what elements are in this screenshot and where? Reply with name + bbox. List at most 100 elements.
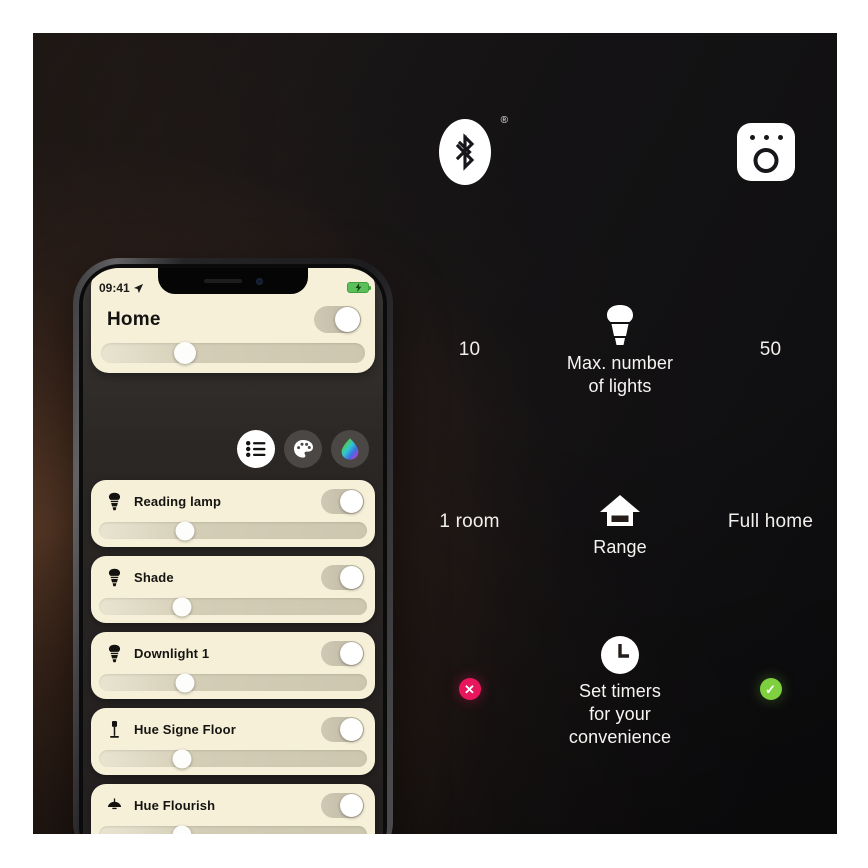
bulb-icon <box>536 301 704 347</box>
max-lights-bluetooth-value: 10 <box>458 338 481 360</box>
spot-bulb-icon <box>104 492 124 511</box>
toggle-knob <box>340 718 363 741</box>
range-bluetooth-value: 1 room <box>439 511 500 533</box>
pendant-lamp-icon <box>104 798 124 813</box>
color-picker-button[interactable] <box>331 430 369 468</box>
comparison-column: ® 10 Max. number of lights 50 1 room Ran… <box>403 33 837 834</box>
feature-right-value-wrap: 50 <box>704 339 837 361</box>
toggle-knob <box>340 642 363 665</box>
list-item[interactable]: Reading lamp <box>91 480 375 547</box>
toggle-knob <box>340 490 363 513</box>
spot-bulb-icon <box>104 644 124 663</box>
light-name: Reading lamp <box>134 494 222 509</box>
light-name: Downlight 1 <box>134 646 210 661</box>
light-brightness-slider[interactable] <box>99 749 367 768</box>
slider-knob[interactable] <box>175 521 195 540</box>
house-icon <box>536 485 704 531</box>
toggle-knob <box>335 307 360 332</box>
feature-label-line2: of lights <box>588 376 652 397</box>
cross-badge-icon: ✕ <box>458 678 481 701</box>
home-brightness-slider[interactable] <box>101 342 365 364</box>
feature-row-max-lights: 10 Max. number of lights 50 <box>403 301 837 398</box>
status-time: 09:41 <box>99 281 130 295</box>
floor-lamp-icon <box>104 720 124 739</box>
toggle-knob <box>340 566 363 589</box>
battery-charging-icon <box>347 282 371 293</box>
feature-left-value-wrap: 1 room <box>403 511 536 533</box>
home-master-toggle[interactable] <box>314 306 361 333</box>
feature-right-value-wrap: ✓ <box>704 678 837 701</box>
home-card-header: Home <box>91 298 375 343</box>
list-item[interactable]: Hue Flourish <box>91 784 375 834</box>
list-item[interactable]: Hue Signe Floor <box>91 708 375 775</box>
feature-right-value-wrap: Full home <box>704 511 837 533</box>
light-row: Downlight 1 <box>91 632 375 674</box>
feature-label-max-lights: Max. number of lights <box>536 352 704 398</box>
light-brightness-slider[interactable] <box>99 825 367 834</box>
page-title: Home <box>107 308 161 330</box>
light-row: Hue Flourish <box>91 784 375 826</box>
location-arrow-icon <box>133 283 143 293</box>
list-icon <box>246 441 266 457</box>
light-row: Shade <box>91 556 375 598</box>
scenes-button[interactable] <box>284 430 322 468</box>
range-bridge-value: Full home <box>727 511 814 533</box>
feature-label-timers: Set timers for your convenience <box>536 680 704 749</box>
phone-screen: 09:41 Home Reading lamp Shade Downlight … <box>83 268 383 834</box>
slider-knob[interactable] <box>172 597 192 616</box>
feature-left-value-wrap: 10 <box>403 339 536 361</box>
feature-label-line1: Range <box>593 537 647 557</box>
feature-label-range: Range <box>536 536 704 559</box>
light-name: Shade <box>134 570 174 585</box>
light-toggle[interactable] <box>321 489 364 514</box>
screenshot-root: ® 10 Max. number of lights 50 1 room Ran… <box>0 0 868 868</box>
list-item[interactable]: Downlight 1 <box>91 632 375 699</box>
light-name: Hue Signe Floor <box>134 722 236 737</box>
feature-row-range: 1 room Range Full home <box>403 485 837 559</box>
max-lights-bridge-value: 50 <box>759 338 782 360</box>
hero-panel: ® 10 Max. number of lights 50 1 room Ran… <box>33 33 837 834</box>
spot-bulb-icon <box>104 568 124 587</box>
hue-bridge-icon <box>737 123 795 181</box>
mode-button-bar <box>237 430 369 468</box>
feature-center-timers: Set timers for your convenience <box>536 629 704 749</box>
front-camera <box>255 277 263 285</box>
light-toggle[interactable] <box>321 641 364 666</box>
light-brightness-slider[interactable] <box>99 673 367 692</box>
feature-label-line2: for your <box>589 704 651 725</box>
check-badge-icon: ✓ <box>759 678 782 701</box>
list-item[interactable]: Shade <box>91 556 375 623</box>
feature-label-line1: Max. number <box>566 353 674 373</box>
feature-left-value-wrap: ✕ <box>403 678 536 701</box>
bluetooth-icon <box>439 119 491 185</box>
clock-icon <box>536 629 704 675</box>
status-right <box>347 282 371 293</box>
slider-knob[interactable] <box>172 749 192 768</box>
phone-mockup: 09:41 Home Reading lamp Shade Downlight … <box>73 258 393 834</box>
feature-center-range: Range <box>536 485 704 559</box>
slider-knob[interactable] <box>174 342 197 364</box>
palette-icon <box>293 440 313 458</box>
feature-row-timers: ✕ Set timers for your convenience ✓ <box>403 629 837 749</box>
hue-bridge-badge-wrap <box>737 123 795 181</box>
bridge-ring <box>753 148 779 173</box>
earpiece-speaker <box>203 279 242 283</box>
slider-knob[interactable] <box>172 825 192 834</box>
feature-label-line3: convenience <box>568 727 672 748</box>
light-row: Reading lamp <box>91 480 375 522</box>
bridge-dots <box>737 135 795 140</box>
slider-knob[interactable] <box>175 673 195 692</box>
lights-list: Reading lamp Shade Downlight 1 Hue Signe… <box>91 480 375 834</box>
light-brightness-slider[interactable] <box>99 521 367 540</box>
list-view-button[interactable] <box>237 430 275 468</box>
light-brightness-slider[interactable] <box>99 597 367 616</box>
feature-label-line1: Set timers <box>578 681 662 701</box>
registered-trademark-mark: ® <box>500 115 508 126</box>
light-toggle[interactable] <box>321 793 364 818</box>
status-time-wrap: 09:41 <box>99 281 144 295</box>
light-toggle[interactable] <box>321 717 364 742</box>
light-toggle[interactable] <box>321 565 364 590</box>
color-drop-icon <box>341 438 359 460</box>
light-row: Hue Signe Floor <box>91 708 375 750</box>
toggle-knob <box>340 794 363 817</box>
